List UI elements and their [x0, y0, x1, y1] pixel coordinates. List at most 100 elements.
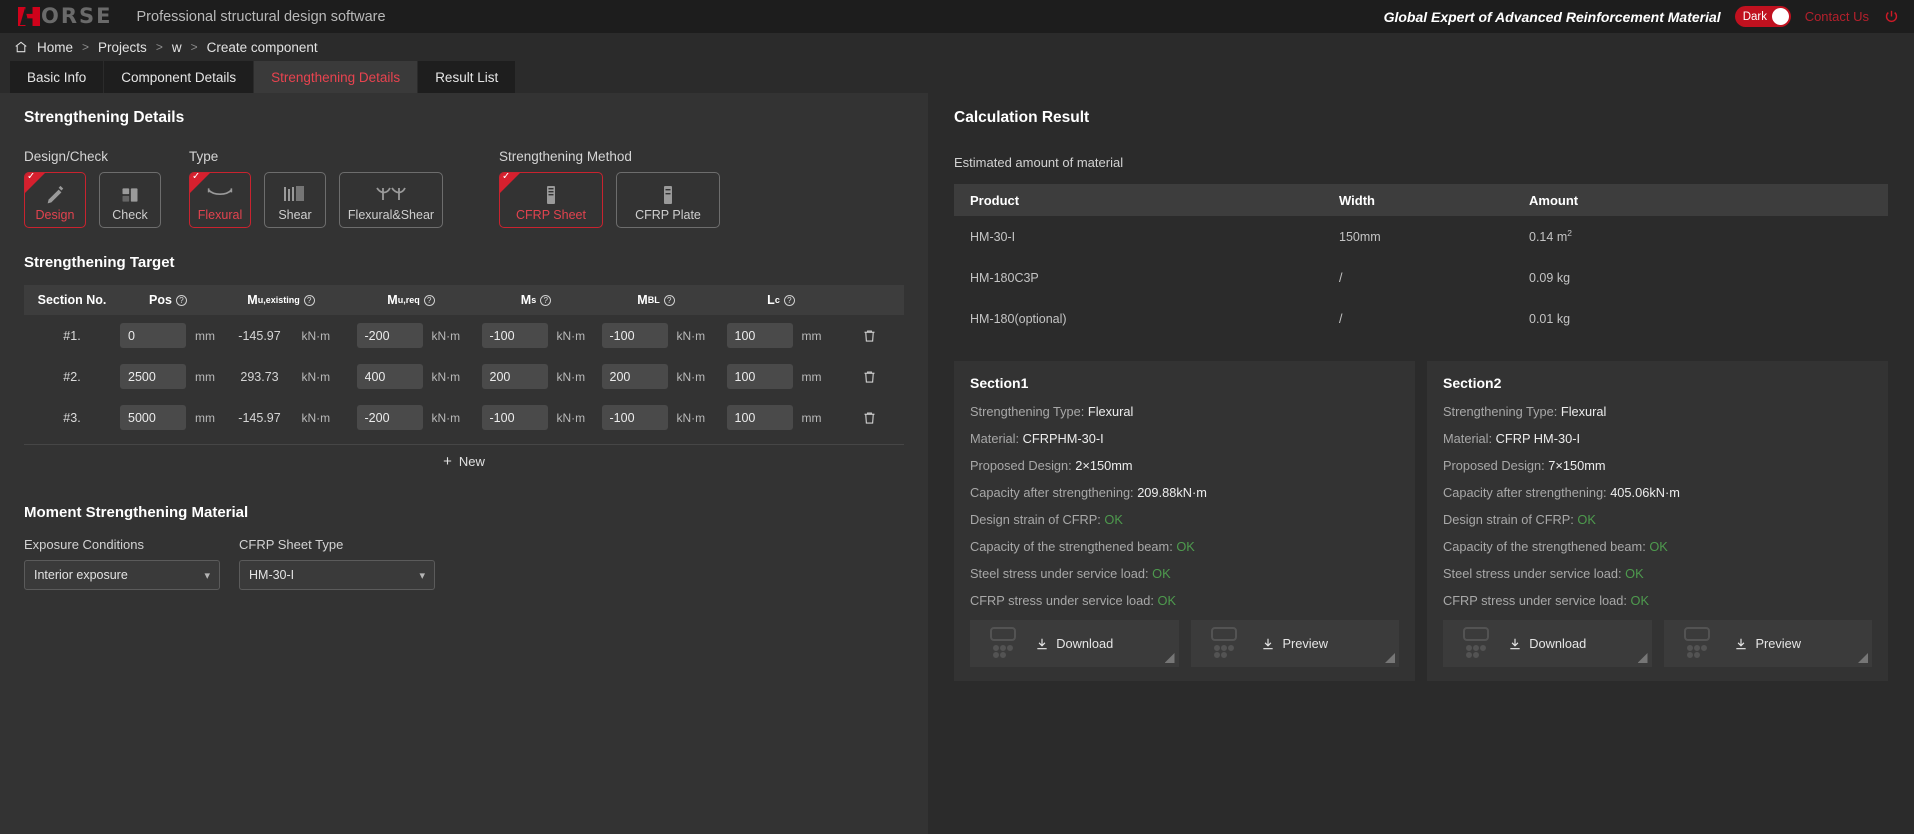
info-icon[interactable]: ? — [540, 295, 551, 306]
section-actions: Download Preview — [1443, 620, 1872, 667]
status-badge: OK — [1577, 512, 1596, 527]
pos-input[interactable] — [120, 405, 186, 430]
mbl-input[interactable] — [602, 405, 668, 430]
download-icon — [1261, 637, 1275, 651]
option-cfrp-plate[interactable]: CFRP Plate — [616, 172, 720, 228]
mbl-input[interactable] — [602, 364, 668, 389]
lc-input[interactable] — [727, 405, 793, 430]
section-steel-row: Steel stress under service load: OK — [1443, 566, 1872, 581]
tab-strengthening-details[interactable]: Strengthening Details — [254, 61, 418, 93]
pos-input[interactable] — [120, 364, 186, 389]
section-material-row: Material: CFRP HM-30-I — [1443, 431, 1872, 446]
cell-mu-req: kN·m — [346, 323, 476, 348]
strengthening-target-table: Section No. Pos? Mu,existing? Mu,req? Ms… — [24, 285, 904, 438]
option-label-cfrp-sheet: CFRP Sheet — [516, 208, 586, 222]
mbl-input[interactable] — [602, 323, 668, 348]
trash-icon[interactable] — [862, 328, 877, 344]
lc-input[interactable] — [727, 364, 793, 389]
preview-button[interactable]: Preview — [1191, 620, 1400, 667]
option-cfrp-sheet[interactable]: CFRP Sheet — [499, 172, 603, 228]
column-lc: Lc? — [716, 293, 846, 307]
dark-mode-toggle[interactable]: Dark — [1735, 6, 1791, 27]
breadcrumb-item-project[interactable]: w — [172, 40, 182, 55]
app-tagline: Professional structural design software — [137, 9, 386, 25]
chevron-down-icon: ▾ — [204, 569, 210, 582]
unit-label: mm — [802, 329, 836, 343]
cell-mbl: kN·m — [596, 364, 716, 389]
trash-icon[interactable] — [862, 369, 877, 385]
section-card-title: Section2 — [1443, 375, 1872, 391]
unit-label: mm — [195, 370, 216, 384]
exposure-select[interactable]: Interior exposure ▾ — [24, 560, 220, 590]
mu-req-input[interactable] — [357, 364, 423, 389]
column-product: Product — [954, 193, 1339, 208]
section-design-row: Proposed Design: 7×150mm — [1443, 458, 1872, 473]
page-title: Strengthening Details — [0, 109, 928, 127]
cfrp-sheet-type-select[interactable]: HM-30-I ▾ — [239, 560, 435, 590]
contact-us-link[interactable]: Contact Us — [1805, 9, 1869, 24]
download-icon — [1734, 637, 1748, 651]
option-label-flexural-shear: Flexural&Shear — [348, 208, 434, 222]
unit-label: kN·m — [302, 411, 336, 425]
section-capacity-row: Capacity after strengthening: 209.88kN·m — [970, 485, 1399, 500]
document-watermark-icon — [1461, 626, 1491, 660]
mu-req-input[interactable] — [357, 405, 423, 430]
section-capacity-row: Capacity after strengthening: 405.06kN·m — [1443, 485, 1872, 500]
power-icon[interactable] — [1883, 8, 1900, 25]
mu-req-input[interactable] — [357, 323, 423, 348]
option-flexural-shear[interactable]: Flexural&Shear — [339, 172, 443, 228]
info-icon[interactable]: ? — [784, 295, 795, 306]
product-name: HM-180(optional) — [954, 312, 1339, 326]
option-label-shear: Shear — [278, 208, 311, 222]
material-row: HM-180(optional) / 0.01 kg — [954, 298, 1888, 339]
tab-component-details[interactable]: Component Details — [104, 61, 254, 93]
download-button[interactable]: Download — [1443, 620, 1652, 667]
breadcrumb-item-projects[interactable]: Projects — [98, 40, 147, 55]
option-design[interactable]: Design — [24, 172, 86, 228]
table-row: #1. mm -145.97kN·m kN·m kN·m kN·m mm — [24, 315, 904, 356]
section-material-row: Material: CFRPHM-30-I — [970, 431, 1399, 446]
preview-button[interactable]: Preview — [1664, 620, 1873, 667]
flexural-beam-icon — [190, 185, 250, 203]
info-icon[interactable]: ? — [304, 295, 315, 306]
unit-label: kN·m — [557, 370, 591, 384]
lc-input[interactable] — [727, 323, 793, 348]
ms-input[interactable] — [482, 323, 548, 348]
unit-label: kN·m — [677, 370, 711, 384]
cell-pos: mm — [120, 364, 216, 389]
section-card-title: Section1 — [970, 375, 1399, 391]
info-icon[interactable]: ? — [176, 295, 187, 306]
option-flexural[interactable]: Flexural — [189, 172, 251, 228]
download-label: Download — [1529, 636, 1586, 651]
column-ms: Ms? — [476, 293, 596, 307]
section-design-row: Proposed Design: 2×150mm — [970, 458, 1399, 473]
trash-icon[interactable] — [862, 410, 877, 426]
breadcrumb-item-home[interactable]: Home — [37, 40, 73, 55]
moment-material-title: Moment Strengthening Material — [0, 504, 928, 521]
group-label-type: Type — [189, 149, 443, 164]
download-button[interactable]: Download — [970, 620, 1179, 667]
estimated-material-label: Estimated amount of material — [928, 155, 1914, 170]
home-icon[interactable] — [14, 40, 28, 54]
section-type-row: Strengthening Type: Flexural — [1443, 404, 1872, 419]
tab-basic-info[interactable]: Basic Info — [10, 61, 104, 93]
add-new-row-button[interactable]: + New — [24, 444, 904, 478]
unit-label: kN·m — [557, 329, 591, 343]
option-shear[interactable]: Shear — [264, 172, 326, 228]
option-check[interactable]: Check — [99, 172, 161, 228]
cell-ms: kN·m — [476, 323, 596, 348]
cell-pos: mm — [120, 405, 216, 430]
cell-delete — [846, 328, 892, 344]
ms-input[interactable] — [482, 405, 548, 430]
document-watermark-icon — [1682, 626, 1712, 660]
cell-pos: mm — [120, 323, 216, 348]
info-icon[interactable]: ? — [424, 295, 435, 306]
ms-input[interactable] — [482, 364, 548, 389]
tab-result-list[interactable]: Result List — [418, 61, 516, 93]
info-icon[interactable]: ? — [664, 295, 675, 306]
status-badge: OK — [1625, 566, 1644, 581]
status-badge: OK — [1104, 512, 1123, 527]
shear-icon — [265, 185, 325, 203]
breadcrumb-separator: > — [82, 40, 89, 54]
pos-input[interactable] — [120, 323, 186, 348]
